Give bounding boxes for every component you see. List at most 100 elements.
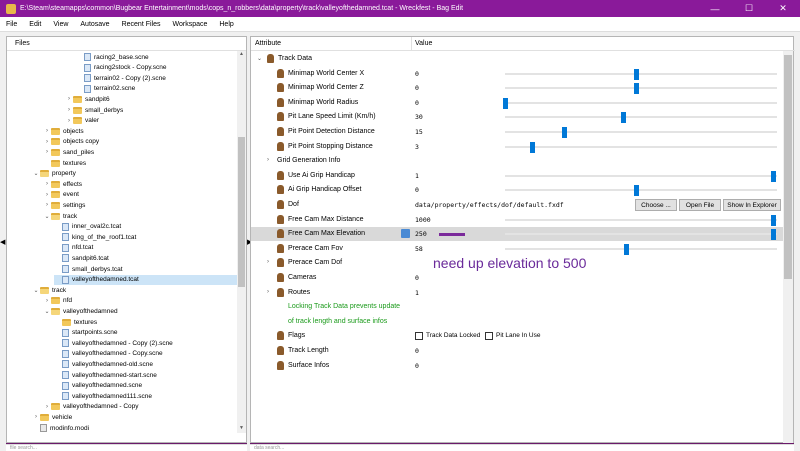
files-vertical-scrollbar[interactable]: ▲ ▼	[237, 51, 246, 433]
property-row[interactable]: Surface Infos 0	[251, 359, 783, 373]
tree-file[interactable]: valleyofthedamned-start.scne	[54, 370, 239, 380]
menu-autosave[interactable]: Autosave	[74, 21, 115, 28]
menu-help[interactable]: Help	[213, 21, 239, 28]
value-slider[interactable]	[505, 189, 777, 192]
property-value[interactable]: 250	[415, 230, 427, 238]
tree-file[interactable]: racing2_base.scne	[76, 52, 239, 62]
value-slider[interactable]	[505, 116, 777, 119]
expanded-arrow-icon[interactable]: ⌄	[32, 287, 40, 294]
property-value[interactable]: 0	[415, 70, 419, 78]
file-search-input[interactable]: file search...	[6, 444, 247, 451]
track-data-locked-checkbox[interactable]	[415, 332, 423, 341]
tree-file[interactable]: nfd.tcat	[54, 243, 239, 253]
slider-thumb[interactable]	[561, 127, 567, 138]
menu-file[interactable]: File	[0, 21, 23, 28]
expand-arrow-icon[interactable]: ›	[43, 139, 51, 145]
tree-folder[interactable]: › small_derbys	[65, 105, 239, 115]
property-row[interactable]: Pit Point Stopping Distance 3	[251, 140, 783, 154]
value-slider[interactable]	[505, 72, 777, 75]
tree-folder[interactable]: › sandpit6	[65, 94, 239, 104]
property-value[interactable]: 0	[415, 84, 419, 92]
property-row[interactable]: › Grid Generation Info	[251, 154, 783, 168]
property-value[interactable]: 0	[415, 347, 419, 355]
expand-arrow-icon[interactable]: ›	[43, 181, 51, 187]
tree-folder[interactable]: › objects	[43, 126, 239, 136]
expand-arrow-icon[interactable]: ›	[267, 157, 269, 163]
tree-folder[interactable]: › settings	[43, 200, 239, 210]
tree-folder[interactable]: › objects copy	[43, 137, 239, 147]
tree-file[interactable]: terrain02 - Copy (2).scne	[76, 73, 239, 83]
column-value[interactable]: Value	[415, 40, 432, 47]
choose-button[interactable]: Choose ...	[635, 199, 677, 211]
value-slider[interactable]	[505, 233, 777, 236]
property-row[interactable]: Cameras 0	[251, 271, 783, 285]
minimize-button[interactable]: —	[698, 0, 732, 17]
expand-arrow-icon[interactable]: ›	[43, 202, 51, 208]
expand-arrow-icon[interactable]: ›	[43, 404, 51, 410]
property-row[interactable]: Track Length 0	[251, 344, 783, 358]
tree-folder[interactable]: › valleyofthedamned - Copy	[43, 402, 239, 412]
property-value[interactable]: 0	[415, 99, 419, 107]
slider-thumb[interactable]	[771, 170, 776, 182]
tree-folder[interactable]: textures	[54, 317, 239, 327]
menu-view[interactable]: View	[47, 21, 74, 28]
menu-edit[interactable]: Edit	[23, 21, 47, 28]
property-value[interactable]: 1	[415, 172, 419, 180]
property-row[interactable]: Minimap World Center Z 0	[251, 81, 783, 95]
expanded-arrow-icon[interactable]: ⌄	[257, 55, 262, 62]
menu-recent-files[interactable]: Recent Files	[116, 21, 167, 28]
property-row[interactable]: › Routes 1	[251, 286, 783, 300]
slider-thumb[interactable]	[771, 229, 776, 241]
property-row[interactable]: Use Ai Grip Handicap 1	[251, 169, 783, 183]
property-row[interactable]: Ai Grip Handicap Offset 0	[251, 183, 783, 197]
tree-folder[interactable]: › event	[43, 190, 239, 200]
scroll-thumb[interactable]	[238, 137, 245, 287]
tree-folder[interactable]: textures	[43, 158, 239, 168]
value-slider[interactable]	[505, 131, 777, 133]
scroll-thumb[interactable]	[784, 55, 792, 279]
property-value[interactable]: 58	[415, 245, 423, 253]
tree-file[interactable]: valleyofthedamned - Copy (2).scne	[54, 338, 239, 348]
property-row[interactable]: Free Cam Max Distance 1000	[251, 213, 783, 227]
slider-thumb[interactable]	[771, 214, 776, 226]
expand-arrow-icon[interactable]: ›	[43, 298, 51, 304]
open-file-button[interactable]: Open File	[679, 199, 721, 211]
slider-thumb[interactable]	[529, 141, 535, 153]
property-value[interactable]: 1	[415, 289, 419, 297]
slider-thumb[interactable]	[623, 243, 629, 255]
property-row[interactable]: Pit Point Detection Distance 15	[251, 125, 783, 139]
property-row[interactable]: Dof data/property/effects/dof/default.fxd…	[251, 198, 783, 212]
column-attribute[interactable]: Attribute	[255, 40, 281, 47]
tree-folder[interactable]: › effects	[43, 179, 239, 189]
slider-thumb[interactable]	[634, 83, 640, 95]
maximize-button[interactable]: ☐	[732, 0, 766, 17]
property-row[interactable]: Flags Track Data Locked Pit Lane In Use	[251, 329, 783, 343]
tree-file[interactable]: valleyofthedamned - Copy.scne	[54, 349, 239, 359]
value-slider[interactable]	[505, 145, 777, 148]
expand-arrow-icon[interactable]: ›	[43, 192, 51, 198]
tree-folder[interactable]: ⌄ track	[43, 211, 239, 221]
value-slider[interactable]	[505, 87, 777, 90]
property-row[interactable]: of track length and surface infos	[251, 315, 783, 329]
tree-file[interactable]: sandpit6.tcat	[54, 253, 239, 263]
menu-workspace[interactable]: Workspace	[166, 21, 213, 28]
edit-icon[interactable]	[401, 229, 410, 239]
tree-file[interactable]: terrain02.scne	[76, 84, 239, 94]
expand-arrow-icon[interactable]: ›	[32, 414, 40, 420]
property-row[interactable]: Prerace Cam Fov 58	[251, 242, 783, 256]
property-row[interactable]: Pit Lane Speed Limit (Km/h) 30	[251, 110, 783, 124]
property-value[interactable]: 0	[415, 274, 419, 282]
expanded-arrow-icon[interactable]: ⌄	[43, 308, 51, 315]
expanded-arrow-icon[interactable]: ⌄	[32, 170, 40, 177]
pit-lane-in-use-checkbox[interactable]	[485, 332, 493, 341]
scroll-up-icon[interactable]: ▲	[237, 51, 246, 59]
tree-folder[interactable]: › valer	[65, 116, 239, 126]
show-in-explorer-button[interactable]: Show In Explorer	[723, 199, 781, 211]
property-row[interactable]: Minimap World Radius 0	[251, 96, 783, 110]
tree-file[interactable]: valleyofthedamned.scne	[54, 381, 239, 391]
property-value[interactable]: 1000	[415, 216, 431, 224]
tree-folder[interactable]: › nfd	[43, 296, 239, 306]
properties-vertical-scrollbar[interactable]	[783, 51, 793, 443]
tree-file[interactable]: modinfo.modi	[32, 423, 239, 433]
slider-thumb[interactable]	[620, 112, 626, 124]
